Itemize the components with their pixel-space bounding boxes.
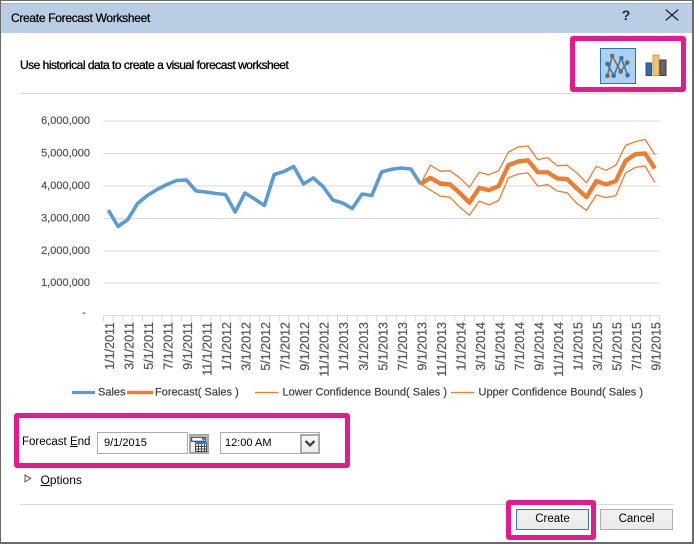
svg-text:3,000,000: 3,000,000 — [41, 213, 90, 225]
svg-text:11/1/2011: 11/1/2011 — [201, 322, 215, 376]
svg-text:7/1/2013: 7/1/2013 — [396, 322, 410, 371]
svg-text:7/1/2012: 7/1/2012 — [279, 322, 293, 371]
svg-text:9/1/2014: 9/1/2014 — [532, 322, 546, 371]
svg-text:1,000,000: 1,000,000 — [41, 277, 90, 289]
svg-text:7/1/2014: 7/1/2014 — [513, 322, 527, 371]
svg-text:Sales: Sales — [98, 387, 126, 399]
svg-text:3/1/2015: 3/1/2015 — [591, 322, 605, 371]
svg-text:6,000,000: 6,000,000 — [41, 115, 90, 127]
svg-text:11/1/2012: 11/1/2012 — [318, 322, 332, 377]
svg-text:11/1/2013: 11/1/2013 — [435, 322, 449, 377]
svg-text:5,000,000: 5,000,000 — [41, 148, 90, 160]
svg-text:1/1/2014: 1/1/2014 — [454, 322, 468, 371]
svg-text:5/1/2012: 5/1/2012 — [259, 322, 273, 371]
svg-text:Forecast( Sales ): Forecast( Sales ) — [155, 387, 239, 399]
svg-text:9/1/2011: 9/1/2011 — [181, 322, 195, 370]
svg-text:9/1/2013: 9/1/2013 — [415, 322, 429, 371]
svg-text:2,000,000: 2,000,000 — [41, 245, 90, 257]
svg-text:5/1/2011: 5/1/2011 — [142, 322, 156, 370]
svg-text:7/1/2015: 7/1/2015 — [630, 322, 644, 371]
svg-text:9/1/2015: 9/1/2015 — [650, 322, 664, 371]
svg-text:5/1/2014: 5/1/2014 — [493, 322, 507, 371]
svg-text:1/1/2011: 1/1/2011 — [103, 322, 117, 370]
svg-text:1/1/2015: 1/1/2015 — [571, 322, 585, 371]
svg-text:1/1/2013: 1/1/2013 — [337, 322, 351, 371]
svg-text:3/1/2013: 3/1/2013 — [357, 322, 371, 371]
svg-text:Upper Confidence Bound( Sales: Upper Confidence Bound( Sales ) — [479, 387, 643, 399]
svg-text:4,000,000: 4,000,000 — [41, 180, 90, 192]
svg-text:9/1/2012: 9/1/2012 — [298, 322, 312, 371]
svg-text:5/1/2013: 5/1/2013 — [376, 322, 390, 371]
svg-text:3/1/2012: 3/1/2012 — [240, 322, 254, 371]
svg-text:3/1/2014: 3/1/2014 — [474, 322, 488, 371]
svg-text:1/1/2012: 1/1/2012 — [220, 322, 234, 371]
svg-text:-: - — [82, 307, 86, 319]
svg-text:5/1/2015: 5/1/2015 — [611, 322, 625, 371]
svg-text:Lower Confidence Bound( Sales: Lower Confidence Bound( Sales ) — [283, 387, 447, 399]
svg-text:3/1/2011: 3/1/2011 — [123, 322, 137, 370]
svg-text:11/1/2014: 11/1/2014 — [552, 322, 566, 377]
svg-text:7/1/2011: 7/1/2011 — [162, 322, 176, 370]
